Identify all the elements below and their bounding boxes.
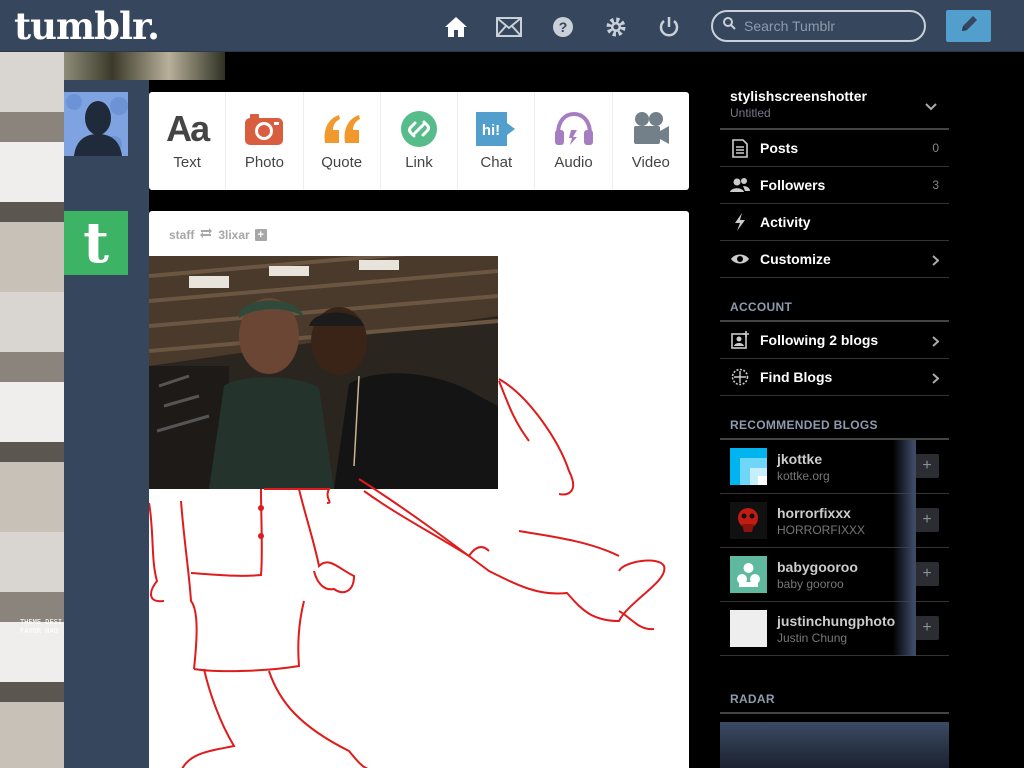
post-type-bar: Aa Text Photo Quote Link hi! Chat Audio: [149, 92, 689, 190]
blog-selector[interactable]: stylishscreenshotter Untitled: [720, 80, 949, 130]
radar-post-preview[interactable]: [720, 722, 949, 768]
sidebar-item-followers[interactable]: Followers 3: [720, 167, 949, 204]
logout-power-icon[interactable]: [656, 14, 682, 40]
chevron-right-icon: [932, 253, 940, 271]
chevron-right-icon: [932, 371, 940, 389]
pencil-icon: [959, 14, 979, 39]
settings-gear-icon[interactable]: [603, 14, 629, 40]
chat-icon-text: hi!: [482, 122, 500, 139]
chevron-right-icon: [932, 334, 940, 352]
sidebar-item-posts[interactable]: Posts 0: [720, 130, 949, 167]
blog-avatar[interactable]: [730, 610, 767, 647]
new-text-post-button[interactable]: Aa Text: [149, 92, 227, 190]
camera-icon: [244, 110, 284, 148]
new-photo-post-button[interactable]: Photo: [226, 92, 304, 190]
headphones-icon: [554, 110, 594, 148]
posts-document-icon: [730, 138, 750, 158]
sidebar-item-find-blogs[interactable]: Find Blogs: [720, 359, 949, 396]
blog-subtitle: Untitled: [730, 106, 771, 120]
recommended-blog-name: justinchungphoto: [777, 612, 896, 629]
blog-avatar[interactable]: [730, 502, 767, 539]
new-quote-post-button[interactable]: Quote: [304, 92, 381, 190]
search-box[interactable]: [711, 10, 926, 42]
post-type-label: Photo: [244, 154, 285, 171]
find-blogs-compass-icon: [730, 367, 750, 387]
recommended-blog-name: jkottke: [777, 450, 823, 467]
dashboard-post: staff 3lixar +: [149, 211, 689, 768]
follow-plus-button[interactable]: +: [915, 508, 939, 532]
new-video-post-button[interactable]: Video: [613, 92, 689, 190]
compose-post-button[interactable]: [946, 10, 991, 42]
post-type-label: Audio: [554, 154, 593, 171]
video-camera-icon: [632, 110, 670, 148]
blog-avatar[interactable]: [730, 556, 767, 593]
sidebar-item-label: Followers: [760, 177, 826, 193]
search-input[interactable]: [744, 18, 904, 34]
top-navigation-bar: tumblr. ?: [0, 0, 1024, 52]
sidebar-item-label: Following 2 blogs: [760, 332, 879, 348]
recommended-blog-url: HORRORFIXXX: [777, 522, 866, 537]
followers-count: 3: [932, 178, 939, 192]
post-type-label: Chat: [480, 154, 513, 171]
theme-background-collage: [0, 52, 64, 768]
new-audio-post-button[interactable]: Audio: [535, 92, 613, 190]
followers-people-icon: [730, 175, 750, 195]
theme-background-text: THEME DESI FAVOR NAO: [20, 618, 63, 635]
follow-plus-button[interactable]: +: [915, 562, 939, 586]
account-section-title: ACCOUNT: [720, 278, 949, 322]
svg-text:?: ?: [559, 19, 568, 35]
post-type-label: Video: [631, 154, 670, 171]
inbox-mail-icon[interactable]: [496, 14, 522, 40]
customize-eye-icon: [730, 249, 750, 269]
new-link-post-button[interactable]: Link: [381, 92, 459, 190]
radar-section-title: RADAR: [720, 670, 949, 714]
new-chat-post-button[interactable]: hi! Chat: [458, 92, 536, 190]
text-icon: Aa: [166, 108, 210, 149]
help-question-icon[interactable]: ?: [550, 14, 576, 40]
recommended-blog-name: babygooroo: [777, 558, 858, 575]
avatar-rail: [64, 80, 149, 768]
recommended-blogs-title: RECOMMENDED BLOGS: [720, 396, 949, 440]
link-icon: [400, 110, 438, 148]
blog-name: stylishscreenshotter: [730, 88, 867, 104]
chat-icon: hi!: [475, 110, 517, 148]
sidebar-item-label: Customize: [760, 251, 831, 267]
sidebar-item-label: Posts: [760, 140, 799, 156]
search-icon: [723, 17, 736, 35]
recommended-blog-url: baby gooroo: [777, 576, 844, 591]
blog-avatar[interactable]: [730, 448, 767, 485]
sidebar-item-label: Activity: [760, 214, 811, 230]
red-line-drawing: [149, 378, 666, 768]
post-type-label: Text: [173, 154, 201, 171]
following-person-plus-icon: [730, 330, 750, 350]
sidebar-item-following[interactable]: Following 2 blogs: [720, 322, 949, 359]
chevron-down-icon[interactable]: [925, 98, 937, 116]
sidebar-item-customize[interactable]: Customize: [720, 241, 949, 278]
sidebar-item-activity[interactable]: Activity: [720, 204, 949, 241]
follow-plus-button[interactable]: +: [915, 616, 939, 640]
user-avatar[interactable]: [64, 92, 128, 156]
recommended-blog-url: kottke.org: [777, 468, 830, 483]
posts-count: 0: [932, 141, 939, 155]
post-type-label: Link: [405, 154, 433, 171]
staff-blog-avatar[interactable]: t: [64, 210, 128, 276]
recommended-blog-name: horrorfixxx: [777, 504, 851, 521]
quote-icon: [321, 110, 363, 148]
dashboard-home-icon[interactable]: [443, 14, 469, 40]
tumblr-logo[interactable]: tumblr.: [14, 4, 160, 48]
recommended-blog-url: Justin Chung: [777, 630, 848, 645]
recommended-blogs-scroll-shade: [893, 440, 916, 656]
post-type-label: Quote: [321, 154, 363, 171]
follow-plus-button[interactable]: +: [915, 454, 939, 478]
sidebar-item-label: Find Blogs: [760, 369, 833, 385]
activity-lightning-icon: [730, 212, 750, 232]
